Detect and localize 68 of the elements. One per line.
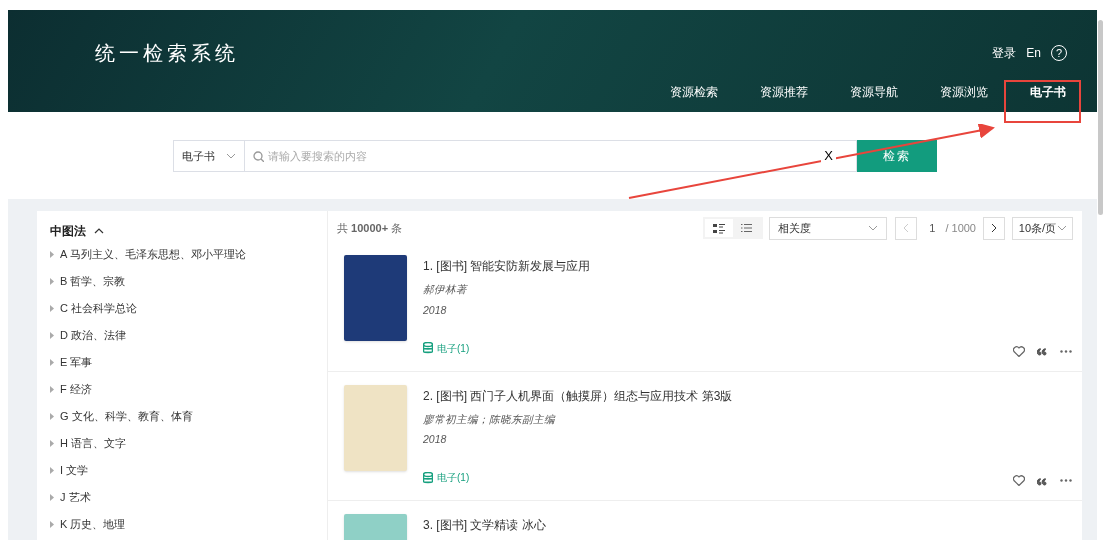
category-link[interactable]: F 经济 <box>60 381 92 398</box>
page-total: / 1000 <box>945 220 976 236</box>
caret-icon <box>868 225 879 231</box>
triangle-icon[interactable] <box>50 359 54 366</box>
search-icon <box>253 150 264 162</box>
result-count: 共 10000+ 条 <box>337 220 403 236</box>
quote-icon[interactable] <box>1037 346 1048 356</box>
nav-tab[interactable]: 资源导航 <box>829 72 919 112</box>
header-link[interactable]: 登录 <box>992 44 1017 62</box>
page-number[interactable]: 1 <box>929 219 936 237</box>
quote-icon[interactable] <box>1037 475 1048 486</box>
book-author: 廖常初主编；陈晓东副主编 <box>423 411 557 427</box>
database-icon <box>423 342 433 354</box>
scrollbar-thumb[interactable] <box>1098 20 1103 215</box>
triangle-icon[interactable] <box>50 521 54 528</box>
book-year: 2018 <box>423 432 448 448</box>
category-link[interactable]: C 社会科学总论 <box>60 300 137 317</box>
list-view-icon <box>741 222 754 234</box>
triangle-icon[interactable] <box>50 305 54 312</box>
category-link[interactable]: A 马列主义、毛泽东思想、邓小平理论 <box>60 246 246 263</box>
caret-icon <box>226 153 236 159</box>
page-size-select[interactable]: 10条/页 <box>1012 216 1073 240</box>
nav-tab[interactable]: 资源浏览 <box>919 72 1009 112</box>
category-link[interactable]: G 文化、科学、教育、体育 <box>60 408 193 425</box>
collapse-icon[interactable] <box>94 227 104 235</box>
nav-tab[interactable]: 电子书 <box>1009 72 1087 112</box>
triangle-icon[interactable] <box>50 278 54 285</box>
sidebar-title: 中图法 <box>50 223 86 240</box>
category-link[interactable]: B 哲学、宗教 <box>60 273 126 290</box>
category-link[interactable]: E 军事 <box>60 354 93 371</box>
triangle-icon[interactable] <box>50 413 54 420</box>
triangle-icon[interactable] <box>50 332 54 339</box>
more-icon[interactable] <box>1060 349 1072 353</box>
holding-link[interactable]: 电子(1) <box>437 340 470 356</box>
category-link[interactable]: J 艺术 <box>60 489 91 506</box>
nav-tab[interactable]: 资源检索 <box>649 72 739 112</box>
book-title[interactable]: 1. [图书] 智能安防新发展与应用 <box>423 257 591 275</box>
holding-link[interactable]: 电子(1) <box>437 470 470 485</box>
database-icon <box>423 471 433 484</box>
category-link[interactable]: K 历史、地理 <box>60 516 126 533</box>
book-title[interactable]: 2. [图书] 西门子人机界面（触摸屏）组态与应用技术 第3版 <box>423 386 733 405</box>
header-link[interactable]: En <box>1026 44 1041 62</box>
triangle-icon[interactable] <box>50 440 54 447</box>
category-link[interactable]: D 政治、法律 <box>60 327 126 344</box>
scope-select[interactable]: 电子书 <box>173 140 245 172</box>
category-link[interactable]: H 语言、文字 <box>60 435 126 452</box>
site-title: 统一检索系统 <box>95 41 239 66</box>
clear-button[interactable]: X <box>821 148 836 164</box>
nav-tab[interactable]: 资源推荐 <box>739 72 829 112</box>
triangle-icon[interactable] <box>50 251 54 258</box>
sort-select[interactable]: 相关度 <box>769 216 888 240</box>
detail-view-icon <box>713 222 726 234</box>
chevron-left-icon <box>903 223 910 233</box>
book-year: 2018 <box>423 302 448 318</box>
triangle-icon[interactable] <box>50 494 54 501</box>
chevron-right-icon <box>991 223 997 233</box>
view-toggle[interactable] <box>705 219 734 237</box>
triangle-icon[interactable] <box>50 467 54 474</box>
next-page-button[interactable] <box>983 216 1005 240</box>
book-title[interactable]: 3. [图书] 文学精读 冰心 <box>423 516 546 534</box>
triangle-icon[interactable] <box>50 386 54 393</box>
book-author: 郝伊林著 <box>423 282 469 297</box>
caret-icon <box>1057 225 1067 231</box>
search-field[interactable]: 请输入要搜索的内容 X <box>245 140 857 172</box>
category-link[interactable]: I 文学 <box>60 462 89 479</box>
heart-icon[interactable] <box>1013 345 1025 357</box>
heart-icon[interactable] <box>1013 475 1025 486</box>
more-icon[interactable] <box>1060 479 1072 482</box>
